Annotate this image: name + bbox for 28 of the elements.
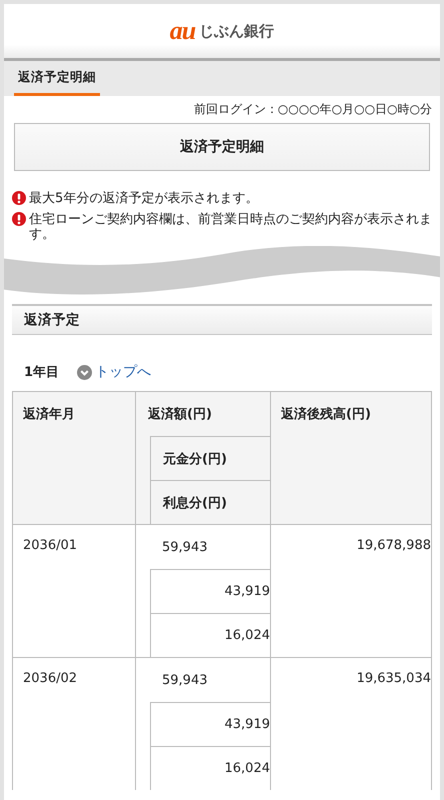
logo-text: じぶん銀行 (199, 22, 274, 40)
last-login-text: 前回ログイン：○○○○年○月○○日○時○分 (192, 101, 433, 118)
logo-mark: au (170, 16, 196, 46)
title-button[interactable]: 返済予定明細 (14, 123, 430, 171)
section-title: 返済予定 (23, 311, 80, 329)
warning-icon (12, 191, 26, 205)
column-header: 返済額(円) (147, 406, 213, 424)
column-header: 利息分(円) (150, 480, 270, 524)
warning-icon (12, 212, 26, 226)
table-cell: 43,919 (150, 569, 270, 613)
column-header: 返済年月 (22, 406, 76, 424)
table-cell: 16,024 (150, 746, 270, 790)
column-header: 元金分(円) (150, 436, 270, 480)
note-text: 最大5年分の返済予定が表示されます。 (29, 191, 258, 206)
chevron-down-icon (77, 364, 92, 380)
note-text: 住宅ローンご契約内容欄は、前営業日時点のご契約内容が表示されます。 (29, 212, 432, 242)
table-cell-text: 59,943 (161, 672, 208, 690)
table-cell: 16,024 (150, 613, 270, 657)
table-cell-text: 2036/02 (22, 670, 78, 688)
table-cell: 43,919 (150, 702, 270, 746)
table-cell-text: 2036/01 (22, 537, 78, 555)
top-link[interactable]: トップへ (77, 363, 152, 381)
tab[interactable]: 返済予定明細 (14, 61, 100, 96)
year-label: 1年目 (24, 364, 60, 381)
table-cell-text: 19,635,034 (356, 670, 431, 688)
column-header: 返済後残高(円) (280, 406, 372, 424)
table-cell-text: 59,943 (161, 538, 208, 556)
table-cell-text: 19,678,988 (356, 537, 431, 555)
